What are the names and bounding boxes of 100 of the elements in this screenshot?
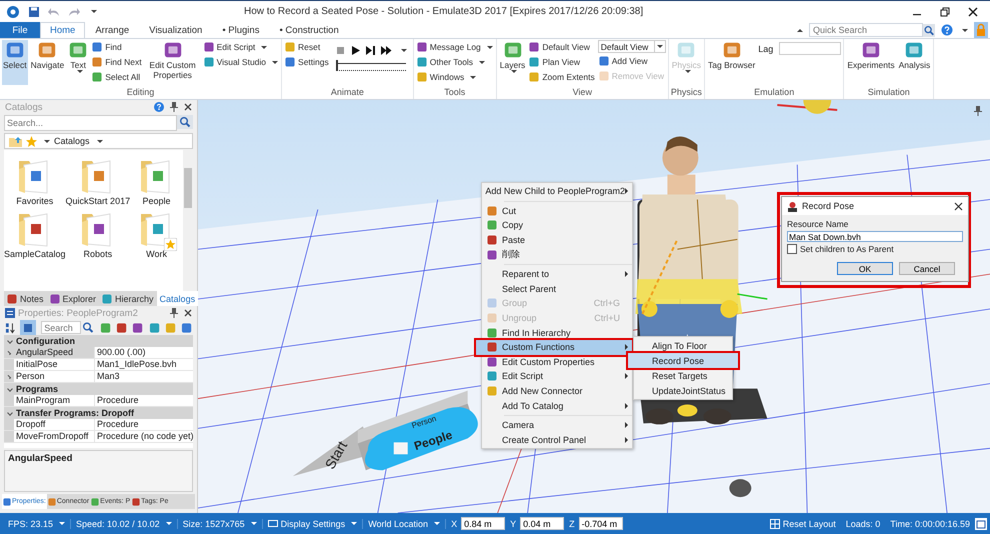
status-dropdown[interactable]: FPS: 23.15	[3, 518, 72, 528]
ribbon-button[interactable]: Layers	[498, 40, 526, 85]
ribbon-button[interactable]: Navigate	[30, 40, 66, 85]
panel-tab[interactable]: Hierarchy	[99, 291, 157, 306]
ribbon-button[interactable]: Analysis	[898, 40, 932, 85]
ribbon-tab[interactable]: Visualization	[139, 22, 212, 38]
status-dropdown[interactable]: Display Settings	[262, 518, 364, 528]
toolbar-icon[interactable]	[148, 322, 160, 334]
row-expander[interactable]	[4, 371, 14, 382]
ribbon-button[interactable]: Select	[2, 40, 28, 85]
menu-item[interactable]: Paste	[482, 232, 632, 248]
property-value[interactable]: 900.00 (.00)	[95, 347, 193, 358]
dialog-button[interactable]: Cancel	[899, 262, 955, 275]
menu-item[interactable]: Add New Connector	[482, 384, 632, 398]
ribbon-button[interactable]: Tag Browser	[707, 40, 756, 85]
menu-item[interactable]: Record Pose	[628, 353, 738, 368]
ribbon-tab[interactable]: Home	[40, 22, 86, 38]
panel-tab[interactable]: Catalogs	[156, 291, 198, 306]
breadcrumb-item[interactable]: Catalogs	[54, 136, 90, 146]
catalog-folder[interactable]: QuickStart 2017	[66, 155, 130, 206]
ribbon-tab[interactable]: File	[0, 22, 40, 38]
ribbon-button[interactable]: Default View	[528, 40, 596, 54]
property-name[interactable]: MainProgram	[14, 395, 95, 406]
catalog-search-field[interactable]: Search...	[4, 115, 177, 131]
close-icon[interactable]	[954, 202, 963, 210]
catalog-folder[interactable]: Favorites	[4, 155, 66, 206]
ribbon-button[interactable]: Edit Script	[202, 40, 280, 54]
coordinate-field[interactable]: 0.04 m	[520, 517, 564, 530]
search-icon[interactable]	[81, 321, 96, 334]
ribbon-button[interactable]: Experiments	[846, 40, 896, 85]
property-value[interactable]: Man1_IdlePose.bvh	[95, 359, 193, 370]
close-icon[interactable]	[184, 103, 192, 111]
ribbon-button[interactable]: Select All	[91, 70, 143, 84]
categorized-icon[interactable]	[20, 320, 36, 336]
property-value[interactable]: Man3	[95, 371, 193, 382]
caret-icon[interactable]	[962, 28, 968, 32]
property-name[interactable]: Person	[14, 371, 95, 382]
menu-item[interactable]: 削除	[482, 247, 632, 262]
menu-item[interactable]: Camera	[482, 418, 632, 432]
caret-icon[interactable]	[400, 49, 407, 52]
close-icon[interactable]	[968, 6, 978, 16]
speed-slider[interactable]	[336, 63, 406, 71]
menu-item[interactable]: Find In Hierarchy	[482, 325, 632, 340]
play-icon[interactable]	[350, 46, 360, 55]
ribbon-button[interactable]: Text	[67, 40, 90, 85]
slider-thumb[interactable]	[336, 60, 338, 70]
stop-icon[interactable]	[336, 46, 345, 55]
checkbox[interactable]	[787, 244, 797, 254]
ribbon-button[interactable]: Message Log	[416, 40, 494, 54]
quick-search-field[interactable]: Quick Search	[809, 23, 923, 37]
pin-icon[interactable]	[170, 308, 178, 318]
expand-chevron-icon[interactable]	[7, 338, 13, 344]
ribbon-button[interactable]: Visual Studio	[202, 55, 280, 69]
property-search-field[interactable]: Search	[41, 321, 82, 334]
menu-item[interactable]: Reparent to	[482, 266, 632, 282]
pin-icon[interactable]	[170, 102, 178, 112]
restore-icon[interactable]	[940, 6, 950, 16]
reset-layout-button[interactable]: Reset Layout	[764, 518, 841, 528]
view-dropdown[interactable]: Default View	[598, 40, 666, 53]
dropdown-arrow-icon[interactable]	[654, 41, 665, 52]
coordinate-field[interactable]: 0.84 m	[461, 517, 506, 530]
expand-chevron-icon[interactable]	[7, 386, 13, 392]
close-icon[interactable]	[184, 309, 192, 317]
search-icon[interactable]	[177, 115, 193, 129]
status-dropdown[interactable]: World Location	[363, 518, 446, 528]
caret-icon[interactable]	[91, 10, 97, 13]
lag-field[interactable]	[779, 42, 842, 55]
ribbon-button[interactable]: Find Next	[91, 55, 143, 69]
property-value[interactable]: Procedure (no code yet)	[95, 431, 193, 442]
ribbon-tab[interactable]: • Plugins	[212, 22, 270, 38]
property-name[interactable]: MoveFromDropoff	[14, 431, 95, 442]
save-icon[interactable]	[28, 6, 40, 18]
ribbon-button[interactable]: Edit Custom Properties	[144, 40, 201, 85]
caret-icon[interactable]	[44, 140, 50, 142]
catalog-folder[interactable]: Work	[130, 208, 183, 259]
scrollbar[interactable]	[183, 150, 193, 291]
help-icon[interactable]	[154, 102, 164, 112]
menu-item[interactable]: Custom Functions	[476, 340, 632, 355]
menu-item[interactable]: Cut	[482, 204, 632, 218]
panel-tab[interactable]: Notes	[4, 291, 47, 306]
toolbar-icon[interactable]	[132, 322, 144, 334]
ribbon-button[interactable]: Reset	[284, 40, 330, 54]
collapse-ribbon-icon[interactable]	[797, 28, 803, 32]
help-icon[interactable]	[941, 24, 953, 36]
property-name[interactable]: InitialPose	[14, 359, 95, 370]
menu-item[interactable]: Copy	[482, 218, 632, 233]
ribbon-button[interactable]: Find	[91, 40, 143, 54]
menu-item[interactable]: Edit Script	[482, 369, 632, 384]
ribbon-button[interactable]: Other Tools	[416, 55, 494, 69]
ribbon-button[interactable]: Windows	[416, 70, 494, 84]
ribbon-tab[interactable]: Arrange	[85, 22, 140, 38]
catalog-folder[interactable]: Robots	[66, 208, 130, 259]
star-icon[interactable]	[26, 136, 37, 146]
catalog-folder[interactable]: SampleCatalog	[4, 208, 66, 259]
toolbar-icon[interactable]	[116, 322, 128, 334]
folder-up-icon[interactable]	[9, 136, 22, 146]
catalog-folder[interactable]: People	[130, 155, 183, 206]
property-value[interactable]: Procedure	[95, 419, 193, 430]
coordinate-field[interactable]: -0.704 m	[578, 517, 623, 530]
expand-chevron-icon[interactable]	[7, 410, 13, 416]
